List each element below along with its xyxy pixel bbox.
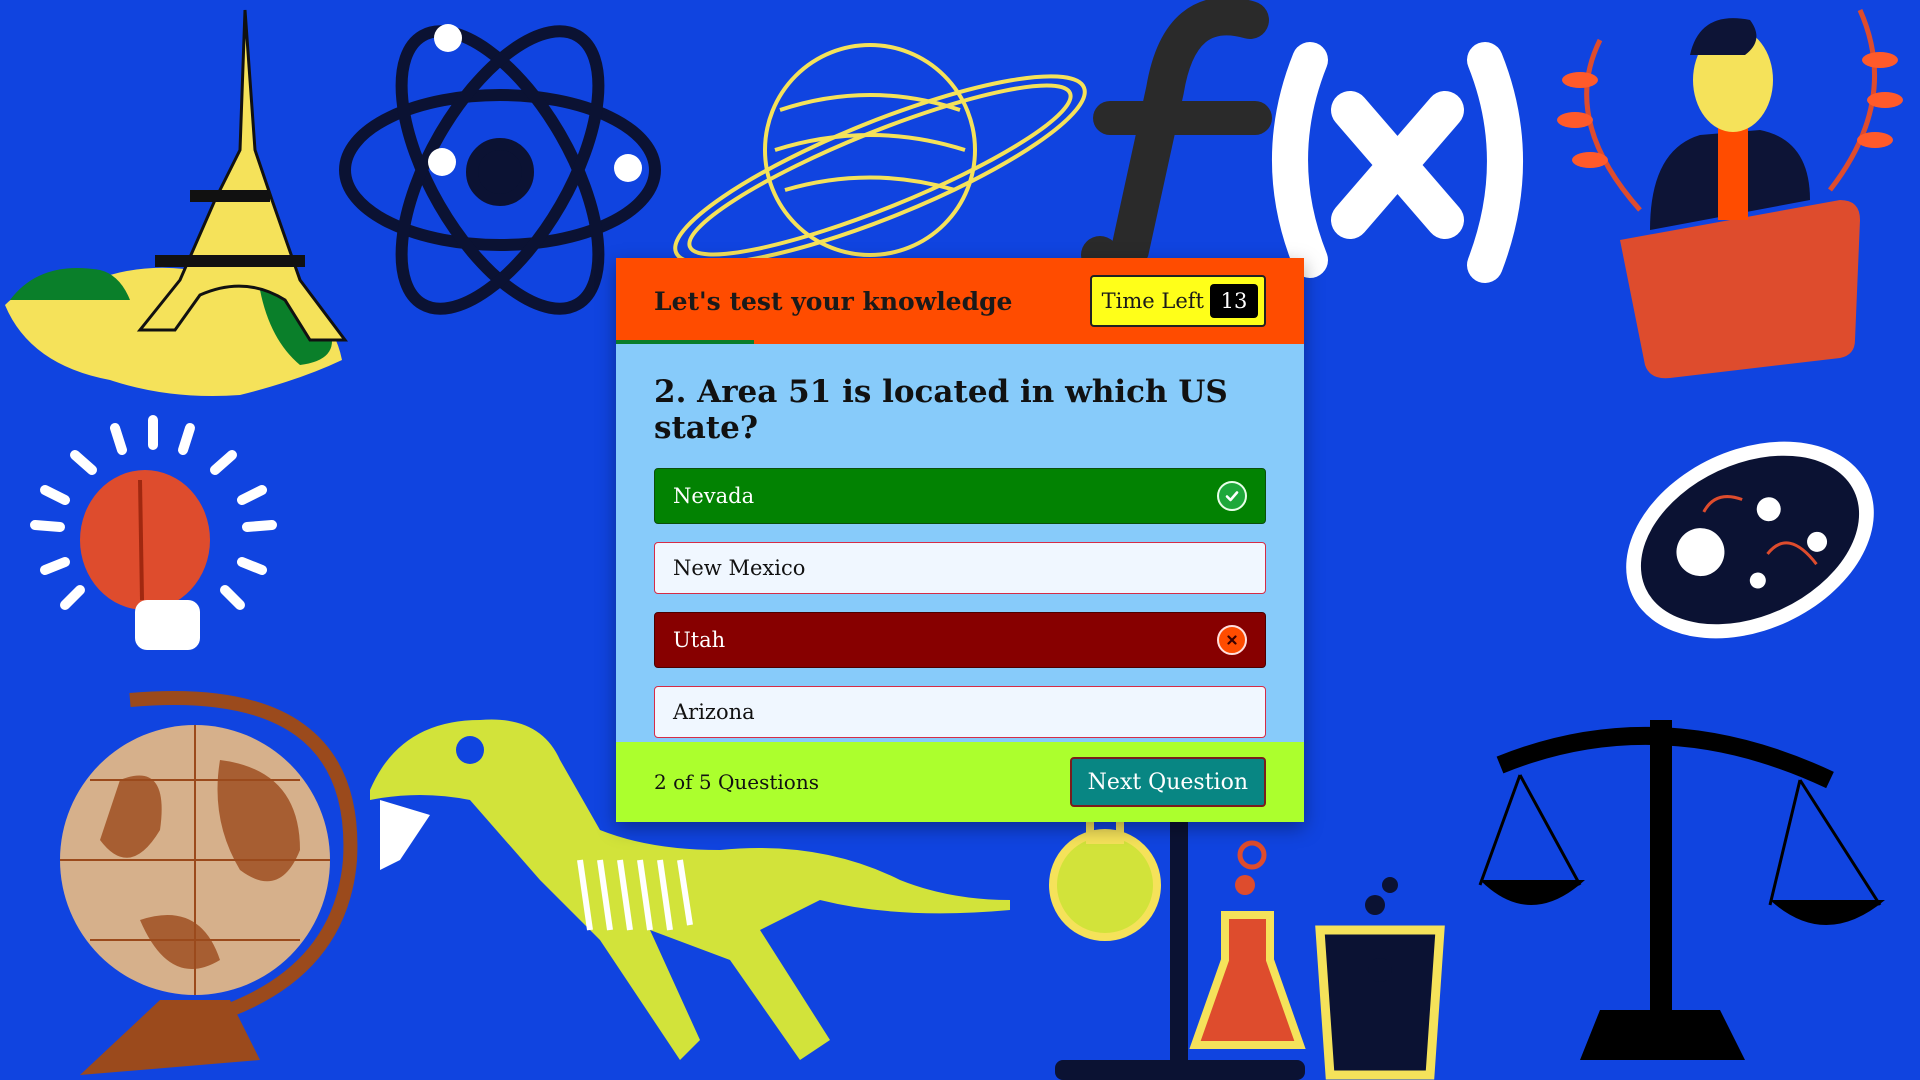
question-text: 2. Area 51 is located in which US state? [654, 374, 1228, 446]
option-nevada[interactable]: Nevada [654, 468, 1266, 524]
cross-icon [1217, 625, 1247, 655]
quiz-header: Let's test your knowledge Time Left 13 [616, 258, 1304, 344]
person-trophy-icon [1557, 8, 1903, 379]
timer-value: 13 [1210, 284, 1258, 318]
bacterium-icon [1626, 441, 1874, 639]
option-new-mexico[interactable]: New Mexico [654, 542, 1266, 594]
atom-icon [339, 24, 661, 315]
eiffel-tower-icon [5, 9, 348, 396]
quiz-title: Let's test your knowledge [654, 286, 1013, 316]
checkmark-icon [1217, 481, 1247, 511]
quiz-card: Let's test your knowledge Time Left 13 2… [616, 258, 1304, 822]
globe-icon [60, 691, 358, 1075]
timer-progress-fill [616, 340, 754, 344]
timer-progress-bar [616, 340, 1304, 344]
next-question-button[interactable]: Next Question [1069, 757, 1266, 807]
quiz-body: 2. Area 51 is located in which US state?… [616, 344, 1304, 742]
lightbulb-brain-icon [30, 415, 277, 650]
function-fx-icon [1081, 0, 1523, 283]
option-utah[interactable]: Utah [654, 612, 1266, 668]
question-counter: 2 of 5 Questions [654, 770, 819, 794]
option-label: Utah [673, 628, 726, 652]
scales-icon [1478, 720, 1885, 1060]
option-arizona[interactable]: Arizona [654, 686, 1266, 738]
option-label: Nevada [673, 484, 755, 508]
timer: Time Left 13 [1089, 275, 1266, 327]
option-label: Arizona [673, 700, 755, 724]
timer-label: Time Left [1101, 289, 1204, 313]
quiz-footer: 2 of 5 Questions Next Question [616, 742, 1304, 822]
lab-glassware-icon [1049, 796, 1445, 1080]
option-label: New Mexico [673, 556, 806, 580]
